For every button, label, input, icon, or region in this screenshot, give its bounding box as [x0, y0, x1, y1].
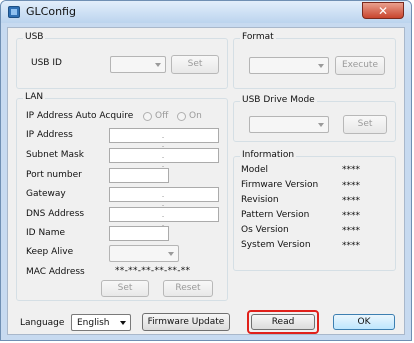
usb-group: USB USB ID Set	[16, 32, 228, 89]
title-bar[interactable]: GLConfig ✕	[1, 1, 411, 23]
usb-drive-mode-group: USB Drive Mode Set	[233, 95, 396, 142]
format-group: Format Execute	[233, 32, 396, 89]
subnet-mask-label: Subnet Mask	[26, 150, 84, 160]
close-button[interactable]: ✕	[362, 2, 404, 19]
gateway-label: Gateway	[26, 189, 66, 199]
info-value: ****	[342, 165, 360, 175]
window-title: GLConfig	[26, 5, 76, 18]
format-dropdown[interactable]	[249, 57, 329, 74]
information-group: Information Model **** Firmware Version …	[233, 150, 396, 271]
keep-alive-dropdown[interactable]	[109, 245, 179, 262]
dns-address-field[interactable]: . . .	[109, 207, 219, 237]
info-value: ****	[342, 241, 360, 251]
glconfig-window: GLConfig ✕ USB USB ID Set Format Execute…	[0, 0, 412, 341]
lan-set-button[interactable]: Set	[101, 280, 149, 297]
dns-address-label: DNS Address	[26, 209, 85, 219]
ip-address-label: IP Address	[26, 130, 73, 140]
auto-acquire-off-radio[interactable]	[143, 112, 152, 121]
id-name-label: ID Name	[26, 228, 65, 238]
language-value: English	[77, 318, 110, 328]
lan-group: LAN IP Address Auto Acquire Off On IP Ad…	[16, 92, 228, 301]
usb-drive-mode-dropdown[interactable]	[249, 116, 329, 133]
ip-address-field[interactable]: . . .	[109, 128, 219, 158]
usb-id-dropdown[interactable]	[110, 56, 166, 73]
auto-acquire-off-label: Off	[155, 111, 169, 121]
info-label: Revision	[241, 195, 279, 205]
info-label: Pattern Version	[241, 210, 310, 220]
usb-group-label: USB	[23, 32, 46, 42]
lan-group-label: LAN	[23, 92, 46, 102]
info-value: ****	[342, 181, 360, 191]
usb-drive-set-button[interactable]: Set	[343, 115, 387, 134]
read-button[interactable]: Read	[251, 314, 315, 330]
usb-set-button[interactable]: Set	[171, 55, 219, 74]
auto-acquire-label: IP Address Auto Acquire	[26, 111, 134, 121]
usb-id-label: USB ID	[31, 58, 62, 68]
language-dropdown[interactable]: English	[71, 314, 131, 331]
chevron-down-icon	[168, 252, 174, 256]
chevron-down-icon	[318, 64, 324, 68]
info-value: ****	[342, 211, 360, 221]
info-label: Model	[241, 165, 269, 175]
usb-drive-mode-group-label: USB Drive Mode	[240, 95, 317, 105]
execute-button[interactable]: Execute	[335, 56, 385, 75]
chevron-down-icon	[155, 63, 161, 67]
info-label: System Version	[241, 240, 311, 250]
format-group-label: Format	[240, 32, 276, 42]
info-label: Os Version	[241, 225, 289, 235]
auto-acquire-on-radio[interactable]	[177, 112, 186, 121]
gateway-field[interactable]: . . .	[109, 187, 219, 217]
chevron-down-icon	[120, 321, 126, 325]
ok-button[interactable]: OK	[333, 314, 395, 330]
id-name-field[interactable]	[109, 226, 169, 241]
lan-reset-button[interactable]: Reset	[163, 280, 213, 297]
info-value: ****	[342, 196, 360, 206]
information-group-label: Information	[240, 150, 297, 160]
chevron-down-icon	[318, 123, 324, 127]
close-icon: ✕	[377, 4, 389, 18]
mac-address-label: MAC Address	[26, 267, 85, 277]
dialog-body: USB USB ID Set Format Execute LAN IP Add…	[7, 27, 405, 335]
info-label: Firmware Version	[241, 180, 319, 190]
info-value: ****	[342, 226, 360, 236]
language-label: Language	[20, 318, 65, 328]
app-icon	[8, 6, 20, 18]
auto-acquire-on-label: On	[189, 111, 202, 121]
port-number-field[interactable]	[109, 168, 169, 183]
keep-alive-label: Keep Alive	[26, 247, 74, 257]
subnet-mask-field[interactable]: . . .	[109, 148, 219, 178]
mac-address-value: **-**-**-**-**-**	[115, 266, 191, 276]
port-number-label: Port number	[26, 170, 82, 180]
firmware-update-button[interactable]: Firmware Update	[142, 313, 230, 331]
